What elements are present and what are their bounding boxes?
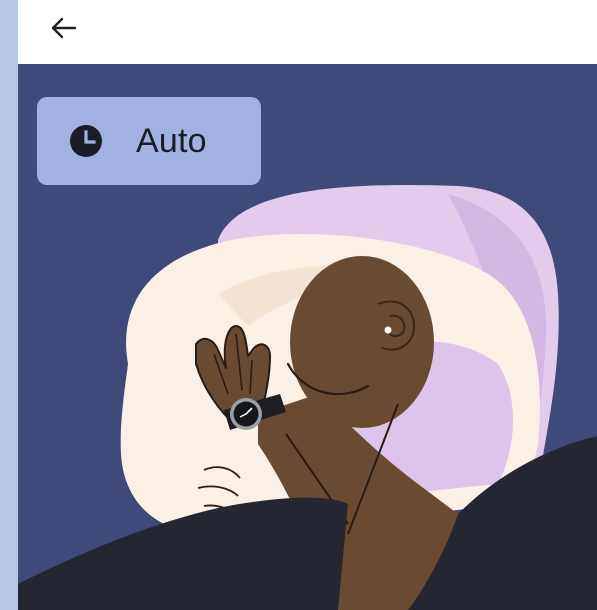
back-button[interactable]	[42, 8, 86, 48]
top-app-bar	[18, 0, 597, 64]
arrow-left-icon	[51, 17, 77, 39]
clock-icon	[69, 124, 103, 158]
auto-mode-chip[interactable]: Auto	[37, 97, 261, 185]
app-frame: Auto	[18, 0, 597, 610]
mode-chip-label: Auto	[136, 121, 207, 160]
